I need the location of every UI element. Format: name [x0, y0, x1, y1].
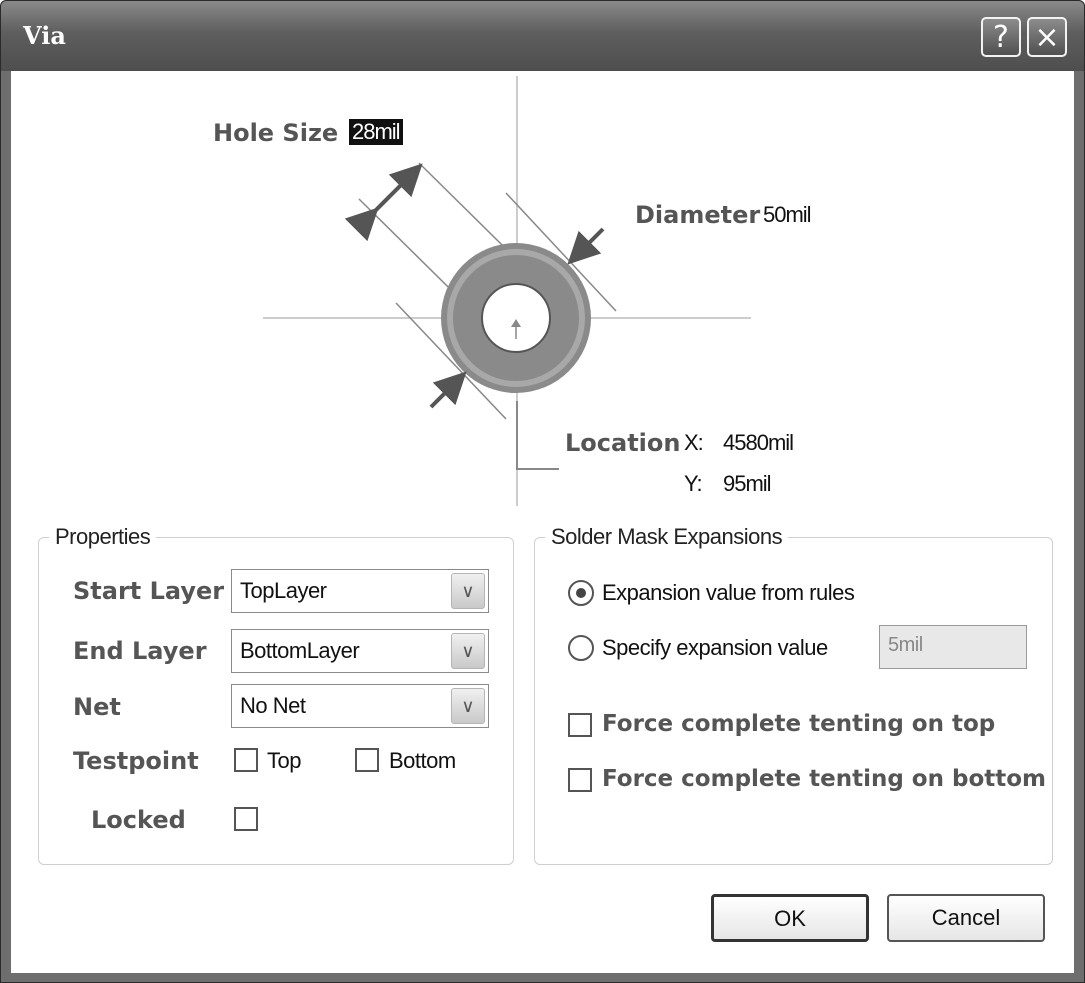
location-x-label: X:	[684, 430, 704, 455]
testpoint-bottom-checkbox[interactable]	[355, 748, 379, 772]
end-layer-value: BottomLayer	[240, 638, 360, 663]
ok-button[interactable]: OK	[711, 894, 869, 942]
properties-title: Properties	[49, 524, 157, 550]
testpoint-top-checkbox[interactable]	[234, 748, 258, 772]
force-bottom-checkbox[interactable]	[568, 768, 592, 792]
start-layer-label: Start Layer	[73, 577, 225, 605]
testpoint-bottom-label: Bottom	[389, 748, 456, 773]
force-top-checkbox[interactable]	[568, 713, 592, 737]
hole-size-label: Hole Size	[213, 119, 339, 147]
start-layer-select[interactable]: TopLayer ∨	[231, 569, 489, 613]
net-label: Net	[73, 693, 121, 721]
help-button[interactable]: ?	[981, 17, 1021, 57]
via-diagram	[263, 76, 751, 506]
via-hole	[481, 283, 551, 353]
locked-checkbox[interactable]	[234, 807, 258, 831]
start-layer-value: TopLayer	[240, 578, 327, 603]
force-bottom-label: Force complete tenting on bottom	[602, 766, 1047, 792]
force-top-label: Force complete tenting on top	[602, 711, 996, 737]
chevron-down-icon[interactable]: ∨	[451, 688, 485, 724]
dialog-body: Hole Size 28mil Diameter 50mil Location …	[11, 71, 1074, 973]
help-icon: ?	[993, 20, 1009, 55]
diameter-arrow-top	[567, 227, 605, 265]
specify-expansion-input[interactable]: 5mil	[879, 625, 1027, 669]
radio-selected-dot	[576, 588, 586, 598]
cancel-button[interactable]: Cancel	[887, 894, 1045, 942]
diameter-label: Diameter	[635, 201, 761, 229]
solder-mask-title: Solder Mask Expansions	[545, 524, 789, 550]
testpoint-label: Testpoint	[73, 747, 199, 775]
testpoint-top-label: Top	[267, 748, 301, 773]
net-value: No Net	[240, 693, 306, 718]
hole-size-arrow	[344, 163, 423, 242]
specify-expansion-radio[interactable]	[568, 635, 594, 661]
end-layer-select[interactable]: BottomLayer ∨	[231, 629, 489, 673]
net-select[interactable]: No Net ∨	[231, 684, 489, 728]
diameter-value[interactable]: 50mil	[763, 202, 812, 228]
chevron-down-icon[interactable]: ∨	[451, 573, 485, 609]
expansion-rules-radio[interactable]	[568, 580, 594, 606]
end-layer-label: End Layer	[73, 637, 207, 665]
close-button[interactable]: ×	[1027, 17, 1067, 57]
chevron-down-icon[interactable]: ∨	[451, 633, 485, 669]
window-title: Via	[23, 21, 66, 50]
expansion-rules-label: Expansion value from rules	[602, 580, 855, 605]
via-dialog: Via ? × Hole Size 28mil Diameter 50mil L…	[0, 0, 1085, 983]
location-y-value[interactable]: 95mil	[723, 471, 772, 497]
specify-expansion-label: Specify expansion value	[602, 635, 828, 660]
hole-size-input[interactable]: 28mil	[349, 119, 403, 145]
close-icon: ×	[1034, 20, 1060, 55]
title-bar[interactable]: Via ? ×	[1, 1, 1084, 71]
location-label: Location	[565, 429, 681, 457]
location-y-label: Y:	[684, 471, 703, 496]
diameter-arrow-bottom	[429, 371, 467, 409]
locked-label: Locked	[91, 806, 186, 834]
location-leader	[516, 401, 559, 470]
location-x-value[interactable]: 4580mil	[723, 430, 794, 456]
